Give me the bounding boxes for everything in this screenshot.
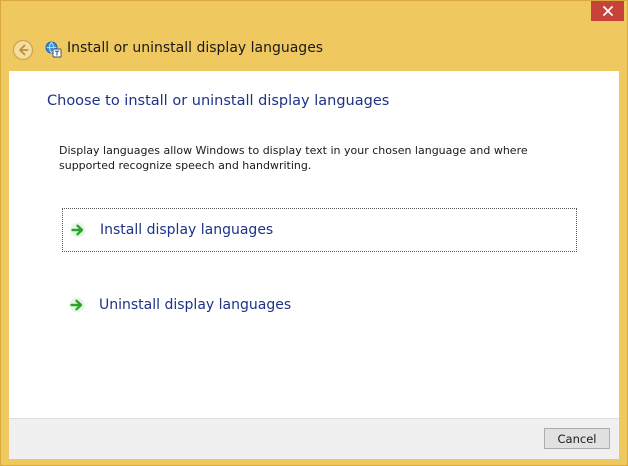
close-button[interactable] [591, 1, 624, 21]
install-link-label: Install display languages [100, 222, 274, 238]
back-button[interactable] [12, 39, 34, 61]
green-arrow-icon [69, 297, 85, 313]
uninstall-link-label: Uninstall display languages [99, 297, 292, 313]
cancel-button[interactable]: Cancel [544, 428, 610, 449]
content-area: Choose to install or uninstall display l… [9, 71, 619, 418]
footer-bar: Cancel [9, 418, 619, 459]
green-arrow-icon [70, 222, 86, 238]
page-description: Display languages allow Windows to displ… [59, 144, 528, 172]
close-icon [602, 6, 613, 16]
wizard-window: Install or uninstall display languages C… [0, 0, 628, 466]
back-arrow-icon [12, 39, 34, 61]
install-display-languages-link[interactable]: Install display languages [62, 208, 577, 252]
language-settings-icon [45, 41, 62, 58]
uninstall-display-languages-link[interactable]: Uninstall display languages [62, 283, 577, 327]
page-heading: Choose to install or uninstall display l… [47, 93, 390, 109]
window-title: Install or uninstall display languages [67, 40, 324, 56]
